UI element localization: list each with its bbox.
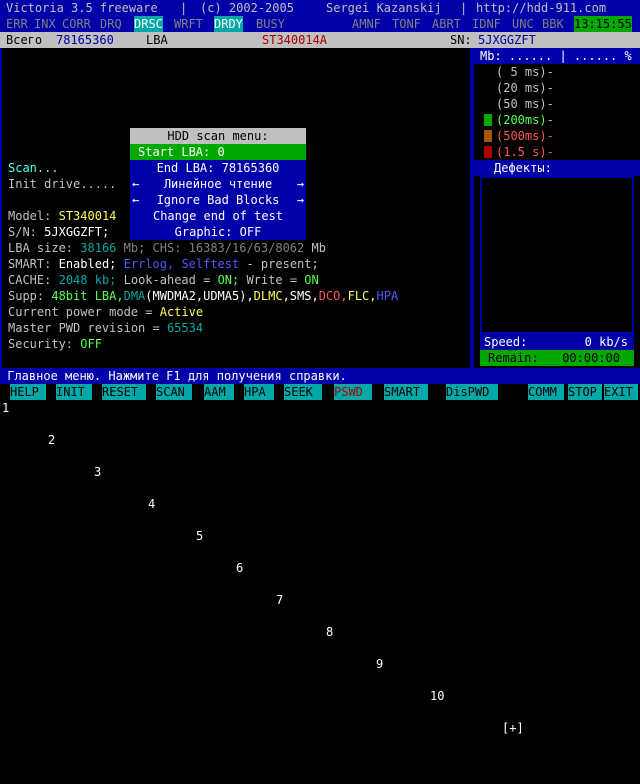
fkey-4-num: 4 [148, 497, 156, 511]
title-sep-1: | [180, 1, 188, 15]
fkey-comm-button[interactable]: COMM [528, 384, 564, 400]
total-value: 78165360 [56, 33, 114, 47]
drive-info-bar: Всего 78165360 LBA ST340014A SN: 5JXGGZF… [0, 32, 640, 48]
remain-readout: Remain: 00:00:00 [480, 350, 634, 366]
sn-line: S/N: 5JXGGZFT; [8, 225, 110, 239]
author-text: Sergei Kazanskij [326, 1, 442, 15]
fkey-2-num: 2 [48, 433, 56, 447]
sn-label: SN: [450, 33, 472, 47]
pwd-line: Master PWD revision = 65534 [8, 321, 204, 335]
scan-line: Scan... [8, 161, 59, 175]
total-label: Всего [6, 33, 43, 47]
status-flags-bar: ERR INX CORR DRQ DRSC WRFT DRDY BUSY AMN… [0, 16, 640, 32]
speed-readout: Speed: 0 kb/s [480, 334, 634, 350]
menu-item-start-lba[interactable]: Start LBA: 0 [130, 144, 306, 160]
sn-value: 5JXGGZFT [478, 33, 536, 47]
lba-label: LBA [146, 33, 168, 47]
fkey-smart-button[interactable]: SMART [384, 384, 428, 400]
power-line: Current power mode = Active [8, 305, 204, 319]
arrow-right-icon: → [296, 193, 304, 207]
cache-line: CACHE: 2048 kb; Look-ahead = ON; Write =… [8, 273, 319, 287]
arrow-left-icon: ← [132, 193, 140, 207]
fkey-7-num: 7 [276, 593, 284, 607]
fkey-comm-num: [+] [502, 721, 524, 735]
supp-line: Supp: 48bit LBA,DMA(MWDMA2,UDMA5),DLMC,S… [8, 289, 399, 303]
menu-item-change-end[interactable]: Change end of test [130, 208, 306, 224]
stats-panel: Mb: ...... | ...... % ( 5 ms)- (20 ms)- … [472, 48, 640, 368]
fkey-9-num: 9 [376, 657, 384, 671]
init-line: Init drive..... [8, 177, 117, 191]
clock: 13:15:55 [574, 16, 632, 32]
fkey-3-num: 3 [94, 465, 102, 479]
title-bar: Victoria 3.5 freeware | (c) 2002-2005 Se… [0, 0, 640, 16]
flag-drq: DRQ [100, 17, 122, 31]
legend-1-5s: (1.5 s)- [484, 144, 554, 160]
title-sep-2: | [460, 1, 468, 15]
menu-item-graphic[interactable]: Graphic: OFF [130, 224, 306, 240]
fkey-8-num: 8 [326, 625, 334, 639]
flag-wrft: WRFT [174, 17, 203, 31]
security-line: Security: OFF [8, 337, 102, 351]
legend-20ms: (20 ms)- [484, 80, 554, 96]
flag-busy: BUSY [256, 17, 285, 31]
flag-tonf: TONF [392, 17, 421, 31]
smart-line: SMART: Enabled; Errlog, Selftest - prese… [8, 257, 319, 271]
arrow-right-icon: → [296, 177, 304, 191]
fkey-1-num: 1 [2, 401, 10, 415]
arrow-left-icon: ← [132, 177, 140, 191]
menu-item-read-mode[interactable]: ← Линейное чтение → [130, 176, 306, 192]
legend-5ms: ( 5 ms)- [484, 64, 554, 80]
legend-200ms: (200ms)- [484, 112, 554, 128]
exit-button[interactable]: EXIT [604, 384, 638, 400]
flag-bbk: BBK [542, 17, 564, 31]
mb-progress-header: Mb: ...... | ...... % [474, 48, 640, 64]
fkey-init-button[interactable]: INIT [56, 384, 92, 400]
flag-abrt: ABRT [432, 17, 461, 31]
defects-header: Дефекты: [474, 160, 640, 176]
drive-model: ST340014A [262, 33, 328, 47]
defects-list[interactable] [480, 176, 634, 334]
fkey-dispwd-button[interactable]: DisPWD [446, 384, 498, 400]
app-title: Victoria 3.5 freeware [6, 1, 158, 15]
flag-err: ERR [6, 17, 28, 31]
help-hint-bar: Главное меню. Нажмите F1 для получения с… [0, 368, 640, 384]
legend-500ms: (500ms)- [484, 128, 554, 144]
model-line: Model: ST340014 [8, 209, 117, 223]
flag-inx: INX [34, 17, 56, 31]
console-panel: Scan... Init drive..... Model: ST340014 … [0, 48, 472, 368]
fkey-10-num: 10 [430, 689, 445, 703]
copyright-text: (c) 2002-2005 [200, 1, 294, 15]
fkey-5-num: 5 [196, 529, 204, 543]
menu-item-bad-blocks[interactable]: ← Ignore Bad Blocks → [130, 192, 306, 208]
fkey-6-num: 6 [236, 561, 244, 575]
flag-unc: UNC [512, 17, 534, 31]
function-key-bar: 1 HELP 2 INIT 3 RESET 4 SCAN 5 AAM 6 HPA… [0, 384, 640, 735]
fkey-seek-button[interactable]: SEEK [284, 384, 322, 400]
fkey-hpa-button[interactable]: HPA [244, 384, 274, 400]
lba-size-line: LBA size: 38166 Mb; CHS: 16383/16/63/806… [8, 241, 326, 255]
fkey-help-button[interactable]: HELP [10, 384, 46, 400]
fkey-pswd-button[interactable]: PSWD [334, 384, 372, 400]
fkey-scan-button[interactable]: SCAN [156, 384, 192, 400]
legend-50ms: (50 ms)- [484, 96, 554, 112]
fkey-aam-button[interactable]: AAM [204, 384, 234, 400]
stop-button[interactable]: STOP [568, 384, 602, 400]
flag-drsc: DRSC [134, 16, 163, 32]
scan-menu-title: HDD scan menu: [130, 128, 306, 144]
flag-amnf: AMNF [352, 17, 381, 31]
flag-drdy: DRDY [214, 16, 243, 32]
flag-idnf: IDNF [472, 17, 501, 31]
url-text: http://hdd-911.com [476, 1, 607, 15]
menu-item-end-lba[interactable]: End LBA: 78165360 [130, 160, 306, 176]
flag-corr: CORR [62, 17, 91, 31]
fkey-reset-button[interactable]: RESET [102, 384, 146, 400]
hdd-scan-menu: HDD scan menu: Start LBA: 0 End LBA: 781… [130, 128, 306, 240]
